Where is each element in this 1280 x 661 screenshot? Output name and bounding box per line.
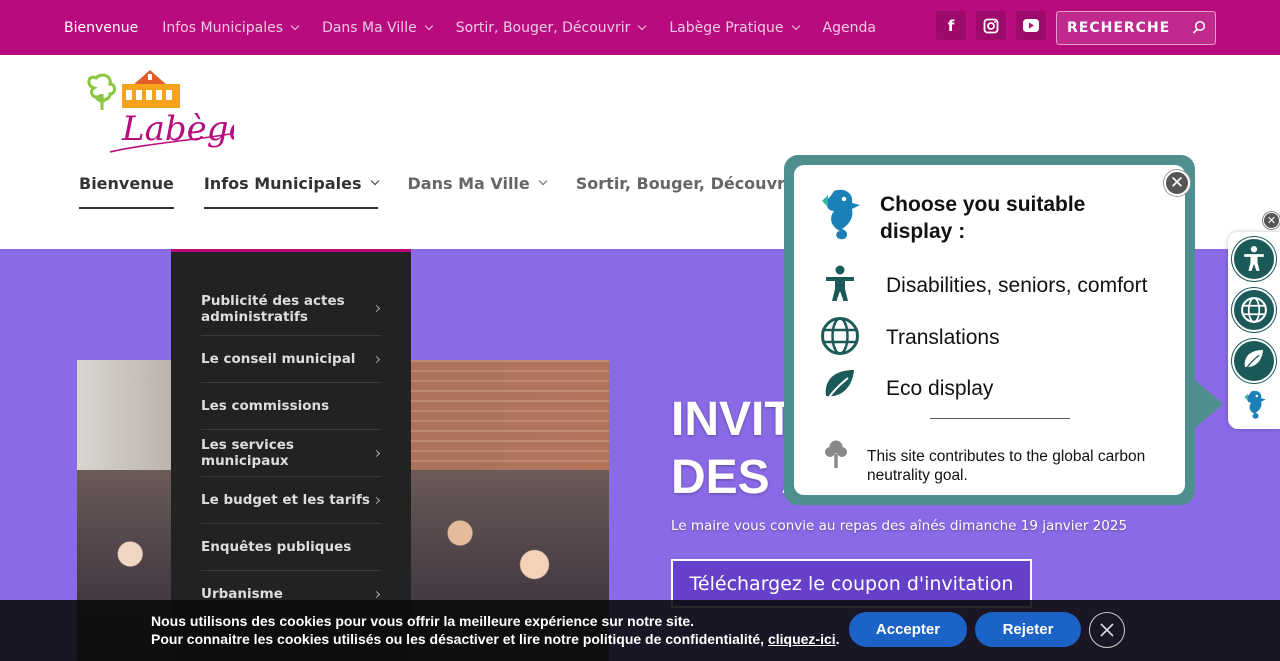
person-icon (820, 265, 860, 307)
top-nav: Bienvenue Infos Municipales Dans Ma Vill… (64, 0, 900, 55)
seahorse-logo-icon (814, 185, 864, 249)
accessibility-person-icon[interactable] (1232, 237, 1276, 281)
main-nav-bienvenue[interactable]: Bienvenue (79, 174, 174, 209)
divider (930, 418, 1070, 419)
search-input[interactable] (1057, 12, 1177, 44)
top-nav-infos-municipales[interactable]: Infos Municipales (162, 20, 300, 36)
globe-icon (820, 316, 860, 360)
tree-icon (824, 439, 848, 473)
site-logo[interactable]: Labège (84, 64, 249, 162)
dropdown-item-publicite[interactable]: Publicité des actes administratifs (201, 282, 381, 336)
youtube-icon[interactable] (1016, 11, 1046, 40)
seahorse-logo-icon[interactable] (1240, 388, 1268, 426)
accessibility-side-toolbar (1228, 232, 1280, 429)
dropdown-item-conseil-municipal[interactable]: Le conseil municipal (201, 336, 381, 383)
cookie-message: Nous utilisons des cookies pour vous off… (151, 613, 840, 647)
main-nav: Bienvenue Infos Municipales Dans Ma Vill… (79, 174, 895, 214)
option-eco-display[interactable]: Eco display (820, 368, 993, 410)
instagram-icon[interactable] (976, 11, 1006, 40)
chevron-down-icon (370, 176, 379, 186)
top-nav-sortir[interactable]: Sortir, Bouger, Découvrir (456, 20, 647, 36)
dropdown-item-services-municipaux[interactable]: Les services municipaux (201, 430, 381, 477)
chevron-down-icon (290, 21, 300, 30)
search-box (1056, 11, 1216, 45)
main-nav-infos-municipales[interactable]: Infos Municipales (203, 174, 379, 209)
accessibility-popup-title: Choose you suitable display : (880, 193, 1086, 243)
carbon-neutrality-note: This site contributes to the global carb… (867, 448, 1146, 484)
top-nav-dans-ma-ville[interactable]: Dans Ma Ville (322, 20, 433, 36)
chevron-right-icon (372, 496, 381, 504)
accept-cookies-button[interactable]: Accepter (849, 612, 967, 647)
chevron-down-icon (638, 21, 647, 30)
chevron-right-icon (372, 590, 381, 598)
translation-globe-icon[interactable] (1232, 288, 1276, 332)
main-nav-dans-ma-ville[interactable]: Dans Ma Ville (408, 174, 548, 209)
chevron-down-icon (791, 21, 800, 30)
option-disabilities[interactable]: Disabilities, seniors, comfort (820, 265, 1147, 307)
chevron-right-icon (372, 304, 381, 313)
dropdown-item-commissions[interactable]: Les commissions (201, 383, 381, 430)
top-nav-labege-pratique[interactable]: Labège Pratique (669, 20, 800, 36)
leaf-icon (820, 368, 860, 410)
svg-text:Labège: Labège (121, 109, 234, 149)
chevron-down-icon (538, 176, 548, 186)
hero-subtitle: Le maire vous convie au repas des aînés … (671, 518, 1128, 534)
chevron-down-icon (424, 21, 433, 30)
reject-cookies-button[interactable]: Rejeter (975, 612, 1081, 647)
top-nav-bienvenue[interactable]: Bienvenue (64, 20, 138, 36)
chevron-right-icon (372, 355, 381, 363)
facebook-icon[interactable]: f (936, 11, 966, 40)
dropdown-item-enquetes-publiques[interactable]: Enquêtes publiques (201, 524, 381, 571)
privacy-policy-link[interactable]: cliquez-ici (768, 631, 836, 647)
close-icon[interactable]: ✕ (1263, 212, 1280, 229)
close-icon[interactable]: ✕ (1164, 170, 1190, 196)
close-icon[interactable] (1089, 612, 1125, 648)
accessibility-popup: Choose you suitable display : ✕ Disabili… (784, 155, 1195, 505)
main-nav-sortir[interactable]: Sortir, Bouger, Découvrir (576, 174, 816, 209)
cookie-banner: Nous utilisons des cookies pour vous off… (0, 600, 1280, 661)
search-icon[interactable] (1191, 20, 1207, 40)
popup-pointer (1195, 380, 1223, 428)
top-bar: Bienvenue Infos Municipales Dans Ma Vill… (0, 0, 1280, 55)
chevron-right-icon (372, 449, 381, 457)
dropdown-item-budget-tarifs[interactable]: Le budget et les tarifs (201, 477, 381, 524)
option-translations[interactable]: Translations (820, 316, 1000, 360)
top-nav-agenda[interactable]: Agenda (823, 20, 876, 36)
eco-leaf-icon[interactable] (1232, 339, 1276, 383)
